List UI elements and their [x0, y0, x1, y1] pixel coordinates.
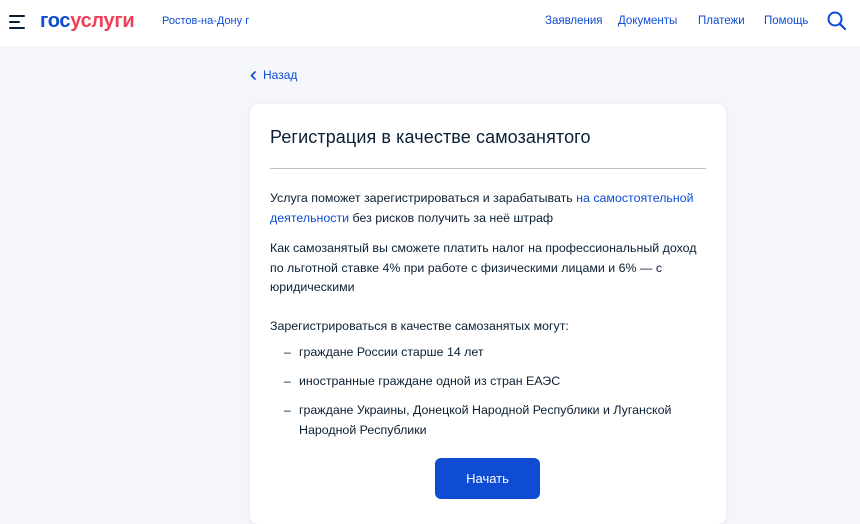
logo-part-gos: гос [40, 10, 71, 32]
search-icon[interactable] [826, 10, 848, 32]
nav-applications[interactable]: Заявления [545, 14, 603, 28]
list-item-text: граждане России старше 14 лет [299, 345, 484, 359]
chevron-left-icon [250, 71, 256, 80]
title-divider [270, 168, 706, 169]
back-link[interactable]: Назад [250, 68, 297, 83]
eligibility-heading: Зарегистрироваться в качестве самозаняты… [270, 319, 569, 333]
intro-paragraph: Услуга поможет зарегистрироваться и зара… [270, 189, 710, 228]
nav-documents[interactable]: Документы [618, 14, 677, 28]
start-button[interactable]: Начать [435, 458, 540, 499]
back-label: Назад [263, 68, 298, 82]
intro-text-after: без рисков получить за неё штраф [349, 210, 554, 225]
list-item-text: граждане Украины, Донецкой Народной Респ… [299, 403, 672, 437]
tax-paragraph: Как самозанятый вы сможете платить налог… [270, 241, 697, 294]
logo-part-uslugi: услуги [70, 10, 135, 32]
list-dash: – [284, 345, 291, 359]
list-dash: – [284, 374, 291, 388]
gosuslugi-logo[interactable]: госуслуги [40, 9, 135, 33]
list-dash: – [284, 403, 291, 417]
top-header: госуслуги Ростов-на-Дону г Заявления Док… [0, 0, 860, 46]
service-card: Регистрация в качестве самозанятого Услу… [250, 104, 726, 524]
list-item-text: иностранные граждане одной из стран ЕАЭС [299, 374, 561, 388]
list-item: – граждане Украины, Донецкой Народной Ре… [284, 401, 704, 440]
list-item: – граждане России старше 14 лет [284, 343, 704, 363]
nav-payments[interactable]: Платежи [698, 14, 745, 28]
nav-help[interactable]: Помощь [764, 14, 808, 28]
city-selector[interactable]: Ростов-на-Дону г [162, 14, 249, 28]
menu-icon[interactable] [9, 15, 25, 29]
intro-text-before: Услуга поможет зарегистрироваться и зара… [270, 191, 577, 205]
list-item: – иностранные граждане одной из стран ЕА… [284, 372, 704, 392]
page-title: Регистрация в качестве самозанятого [270, 127, 591, 147]
